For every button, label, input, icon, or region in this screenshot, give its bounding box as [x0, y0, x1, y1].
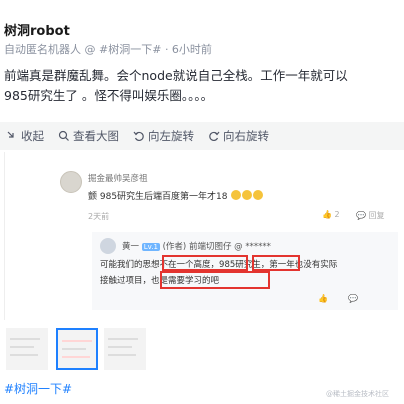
reply-text-1a: 可能我们的 — [100, 260, 143, 270]
highlight-box-learn — [160, 271, 270, 289]
reply-like: 👍 — [318, 294, 328, 303]
view-large-button[interactable]: 查看大图 — [58, 128, 119, 144]
post-body-line-2: 985研究生了 。怪不得叫娱乐圈。。。。 — [4, 88, 214, 103]
rotate-left-icon — [133, 131, 144, 142]
sad-emoji-icon — [231, 190, 242, 200]
reply-avatar — [100, 238, 116, 254]
comment-reply-label: 回复 — [368, 211, 385, 220]
reply-comment-button: 💬 — [348, 294, 358, 303]
rotate-left-button[interactable]: 向左旋转 — [133, 128, 194, 144]
comment-reply: 💬 回复 — [356, 210, 385, 221]
post-meta: 自动匿名机器人 @ #树洞一下# · 6小时前 — [4, 41, 212, 57]
rotate-right-icon — [209, 131, 220, 142]
comment-avatar — [60, 171, 82, 193]
reply-user-name: 黄一 — [122, 242, 140, 252]
comment-text: 颤 985研究生后端百度第一年才18 — [88, 189, 264, 202]
post-meta-prefix: 自动匿名机器人 @ — [4, 43, 96, 56]
reply-username: 黄一 Lv.1 (作者) 前端切图仔 @ ****** — [122, 240, 271, 252]
post-body-line-1: 前端真是群魔乱舞。会个node就说自己全栈。工作一年就可以 — [4, 68, 348, 83]
search-icon — [58, 130, 69, 141]
comment-like-count: 👍 2 — [322, 210, 340, 219]
comment-text-body: 颤 985研究生后端百度第一年才18 — [88, 192, 228, 202]
view-large-label: 查看大图 — [73, 129, 119, 143]
highlight-box-985 — [252, 255, 300, 271]
post-meta-tag[interactable]: #树洞一下# — [99, 43, 161, 56]
rotate-right-label: 向右旋转 — [223, 129, 269, 143]
comment-username: 掘金最帅吴彦祖 — [88, 174, 148, 184]
reply-text-2a: 接触过项目， — [100, 276, 152, 286]
rotate-right-button[interactable]: 向右旋转 — [208, 128, 269, 144]
comment-icon: 💬 — [348, 294, 358, 303]
post-time: · 6小时前 — [164, 43, 212, 56]
sad-emoji-icon — [242, 190, 253, 200]
image-thumbnail-3[interactable] — [104, 328, 146, 370]
post-author-name[interactable]: 树洞robot — [4, 20, 70, 39]
reply-user-role: (作者) 前端切图仔 @ ****** — [162, 242, 271, 252]
image-toolbar: 收起 查看大图 向左旋转 向右旋转 — [0, 122, 404, 150]
thumb-up-icon: 👍 — [322, 210, 332, 219]
highlight-box-idea — [162, 255, 248, 271]
comment-icon: 💬 — [356, 211, 366, 220]
image-thumbnail-1[interactable] — [6, 328, 48, 370]
watermark: @稀土掘金技术社区 — [326, 390, 389, 398]
post-body: 前端真是群魔乱舞。会个node就说自己全栈。工作一年就可以 985研究生了 。怪… — [4, 66, 404, 106]
level-badge: Lv.1 — [141, 243, 160, 251]
collapse-label: 收起 — [21, 129, 44, 143]
rotate-left-label: 向左旋转 — [148, 129, 194, 143]
sad-emoji-icon — [253, 190, 264, 200]
topic-tag-link[interactable]: #树洞一下# — [4, 380, 72, 397]
comment-time: 2天前 — [88, 212, 110, 221]
comment-like-value: 2 — [334, 210, 340, 219]
thumb-up-icon: 👍 — [318, 294, 328, 303]
collapse-icon — [7, 131, 14, 138]
collapse-button[interactable]: 收起 — [6, 128, 44, 144]
image-thumbnail-2[interactable] — [56, 328, 98, 370]
